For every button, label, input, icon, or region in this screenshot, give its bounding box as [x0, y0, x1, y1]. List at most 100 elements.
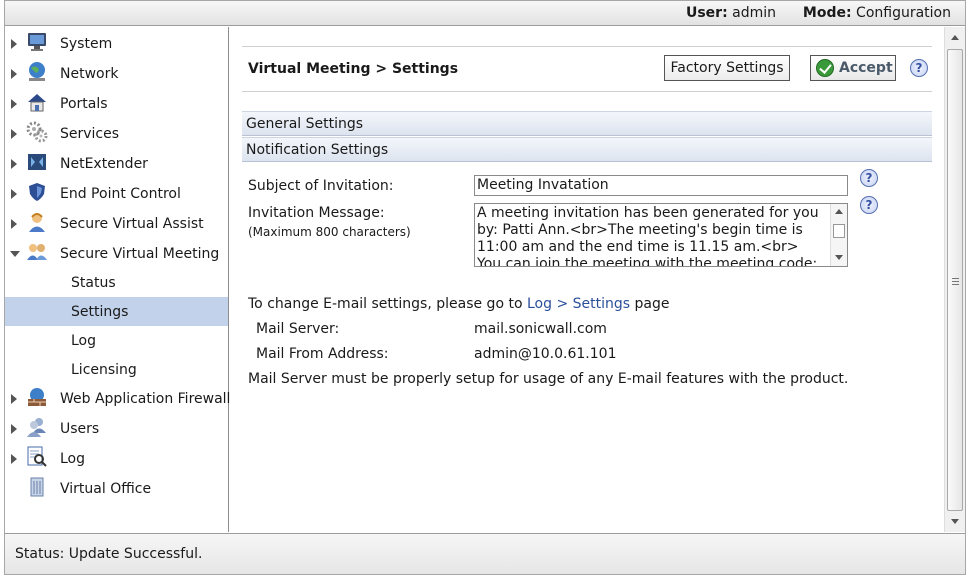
- email-note-prefix: To change E-mail settings, please go to: [248, 296, 523, 312]
- email-note-suffix: page: [634, 296, 670, 312]
- invitation-message-textarea[interactable]: A meeting invitation has been generated …: [474, 203, 848, 267]
- globe-network-icon: [29, 62, 45, 81]
- scroll-down-icon[interactable]: [951, 519, 959, 524]
- sidebar-item-label: Log: [60, 450, 86, 467]
- accept-button[interactable]: Accept: [810, 55, 896, 81]
- sidebar-item-end-point-control[interactable]: End Point Control: [5, 179, 228, 208]
- check-icon: [816, 59, 834, 77]
- sidebar-subitem-label: Licensing: [71, 361, 137, 378]
- sidebar-item-log[interactable]: Log: [5, 444, 228, 473]
- expand-arrow-icon[interactable]: [11, 453, 17, 464]
- sidebar-item-label: Secure Virtual Meeting: [60, 245, 220, 262]
- status-bar: Status: Update Successful.: [5, 533, 965, 574]
- scroll-up-icon[interactable]: [951, 35, 959, 40]
- sidebar-item-secure-virtual-assist[interactable]: Secure Virtual Assist: [5, 209, 228, 238]
- accept-button-label: Accept: [839, 60, 893, 76]
- gears-icon: [26, 121, 48, 143]
- page-header: Virtual Meeting > Settings Factory Setti…: [242, 46, 932, 92]
- textarea-scrollbar[interactable]: [830, 204, 847, 266]
- mail-from-label: Mail From Address:: [256, 346, 389, 362]
- sidebar-item-netextender[interactable]: NetExtender: [5, 149, 228, 178]
- invitation-message-hint: (Maximum 800 characters): [248, 225, 411, 239]
- expand-arrow-icon[interactable]: [11, 158, 17, 169]
- expand-arrow-icon[interactable]: [11, 98, 17, 109]
- sidebar-item-label: End Point Control: [60, 185, 181, 202]
- expand-arrow-icon[interactable]: [11, 68, 17, 79]
- sidebar-item-system[interactable]: System: [5, 29, 228, 58]
- invitation-message-label: Invitation Message:: [248, 205, 385, 221]
- page-title: Virtual Meeting > Settings: [248, 61, 459, 77]
- mode-value: Configuration: [856, 5, 951, 21]
- scroll-up-icon[interactable]: [835, 209, 843, 214]
- firewall-globe-icon: [28, 388, 46, 406]
- house-icon: [28, 94, 46, 112]
- grip-icon: [952, 278, 959, 285]
- subject-input[interactable]: Meeting Invatation: [474, 175, 848, 196]
- app-window: User: admin Mode: Configuration System N…: [4, 0, 966, 575]
- sidebar-item-users[interactable]: Users: [5, 414, 228, 443]
- expand-arrow-icon[interactable]: [11, 38, 17, 49]
- help-icon[interactable]: ?: [860, 169, 878, 187]
- sidebar: System Network Portals Services NetExten…: [5, 27, 231, 532]
- sidebar-item-services[interactable]: Services: [5, 119, 228, 148]
- netextender-icon: [28, 154, 46, 170]
- collapse-arrow-icon[interactable]: [10, 250, 20, 257]
- scroll-down-icon[interactable]: [835, 255, 843, 260]
- main-content: Virtual Meeting > Settings Factory Setti…: [230, 27, 944, 532]
- meeting-people-icon: [27, 244, 47, 260]
- help-icon[interactable]: ?: [860, 196, 878, 214]
- expand-arrow-icon[interactable]: [11, 393, 17, 404]
- sidebar-subitem-settings[interactable]: Settings: [5, 297, 228, 326]
- support-person-icon: [29, 213, 45, 232]
- sidebar-item-secure-virtual-meeting[interactable]: Secure Virtual Meeting: [5, 239, 228, 268]
- expand-arrow-icon[interactable]: [11, 218, 17, 229]
- sidebar-subitem-licensing[interactable]: Licensing: [5, 355, 228, 384]
- sidebar-item-portals[interactable]: Portals: [5, 89, 228, 118]
- top-bar: User: admin Mode: Configuration: [5, 1, 965, 26]
- sidebar-item-label: Users: [60, 420, 100, 437]
- help-icon[interactable]: ?: [910, 59, 928, 77]
- sidebar-subitem-label: Status: [71, 274, 116, 291]
- invitation-message-text: A meeting invitation has been generated …: [477, 205, 819, 267]
- factory-settings-button[interactable]: Factory Settings: [664, 55, 790, 81]
- sidebar-subitem-status[interactable]: Status: [5, 268, 228, 297]
- scroll-thumb[interactable]: [833, 224, 845, 238]
- notification-settings-section[interactable]: Notification Settings: [242, 137, 932, 162]
- sidebar-item-label: Secure Virtual Assist: [60, 215, 204, 232]
- sidebar-item-web-application-firewall[interactable]: Web Application Firewall: [5, 384, 231, 413]
- monitor-icon: [28, 33, 46, 51]
- user-value: admin: [732, 5, 777, 21]
- expand-arrow-icon[interactable]: [11, 423, 17, 434]
- shield-icon: [29, 183, 45, 201]
- sidebar-item-virtual-office[interactable]: Virtual Office: [5, 474, 228, 503]
- sidebar-item-label: System: [60, 35, 113, 52]
- sidebar-item-network[interactable]: Network: [5, 59, 228, 88]
- mail-from-value: admin@10.0.61.101: [474, 346, 617, 362]
- general-settings-section[interactable]: General Settings: [242, 111, 932, 136]
- status-label: Status:: [15, 546, 65, 562]
- main-scrollbar[interactable]: [944, 27, 965, 532]
- sidebar-item-label: Network: [60, 65, 119, 82]
- mail-server-label: Mail Server:: [256, 321, 340, 337]
- expand-arrow-icon[interactable]: [11, 188, 17, 199]
- status-value: Update Successful.: [68, 546, 203, 562]
- sidebar-item-label: Portals: [60, 95, 108, 112]
- sidebar-subitem-label: Log: [71, 332, 97, 349]
- users-icon: [27, 418, 46, 437]
- mail-server-notice: Mail Server must be properly setup for u…: [248, 371, 849, 387]
- sidebar-item-label: NetExtender: [60, 155, 148, 172]
- mode-label: Mode:: [802, 5, 852, 21]
- sidebar-item-label: Web Application Firewall: [60, 390, 231, 407]
- subject-label: Subject of Invitation:: [248, 178, 394, 194]
- expand-arrow-icon[interactable]: [11, 128, 17, 139]
- sidebar-item-label: Services: [60, 125, 120, 142]
- user-label: User:: [685, 5, 728, 21]
- mail-server-value: mail.sonicwall.com: [474, 321, 607, 337]
- office-building-icon: [30, 477, 44, 497]
- sidebar-subitem-label: Settings: [71, 303, 129, 320]
- log-settings-link[interactable]: Log > Settings: [527, 296, 630, 312]
- scroll-thumb[interactable]: [947, 49, 963, 511]
- sidebar-subitem-log[interactable]: Log: [5, 326, 228, 355]
- sidebar-item-label: Virtual Office: [60, 480, 152, 497]
- log-search-icon: [27, 446, 47, 467]
